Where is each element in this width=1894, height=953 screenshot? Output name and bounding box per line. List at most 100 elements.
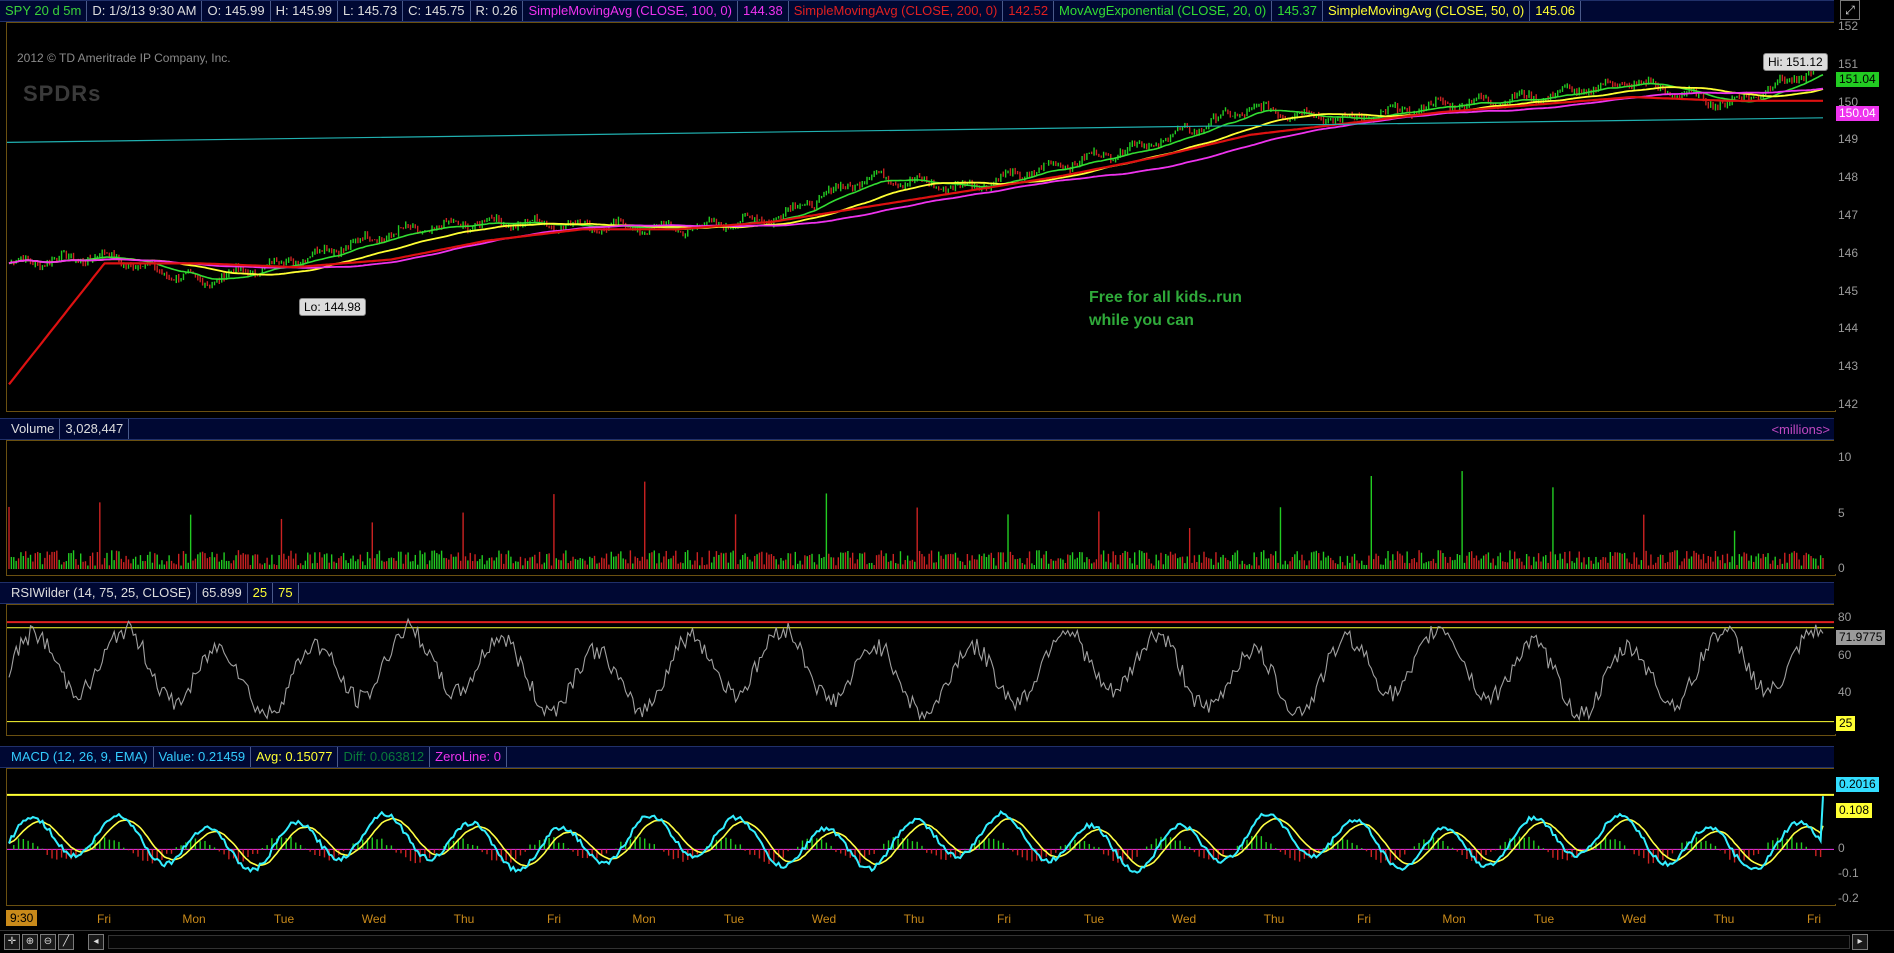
volume-chart[interactable]	[7, 441, 1835, 575]
rsi-last-tag: 71.9775	[1836, 630, 1886, 645]
rsi-title[interactable]: RSIWilder (14, 75, 25, CLOSE)	[6, 583, 197, 603]
open-label: O: 145.99	[202, 1, 271, 21]
time-axis-label: Wed	[1171, 912, 1197, 926]
macd-tick: 0	[1838, 841, 1845, 856]
volume-header-bar: Volume 3,028,447 <millions>	[0, 418, 1834, 440]
rsi-header-bar: RSIWilder (14, 75, 25, CLOSE) 65.899 25 …	[0, 582, 1834, 604]
time-axis-label: Wed	[1621, 912, 1647, 926]
scroll-left-icon[interactable]: ◂	[88, 934, 104, 950]
price-tick: 145	[1838, 283, 1859, 298]
zoom-out-icon[interactable]: ⊖	[40, 934, 56, 950]
time-axis-label: Thu	[1713, 912, 1735, 926]
time-axis-label: Fri	[1357, 912, 1371, 926]
rsi-value: 65.899	[197, 583, 248, 603]
macd-axis: -0.2 -0.1 0 0.2016 0.108	[1834, 768, 1894, 905]
sma200-line	[8, 95, 1823, 385]
time-axis-label: Mon	[182, 912, 206, 926]
macd-value-line	[8, 796, 1824, 874]
rsi-oversold: 25	[248, 583, 274, 603]
volume-panel[interactable]	[6, 440, 1836, 576]
high-label: H: 145.99	[271, 1, 338, 21]
time-scrollbar[interactable]	[108, 935, 1850, 949]
expand-icon[interactable]: ⤢	[1840, 0, 1860, 20]
lo-label: Lo: 144.98	[299, 298, 366, 316]
price-axis: 142 143 144 145 146 147 148 149 150 151 152 151.04…	[1834, 19, 1894, 411]
time-axis-label: Thu	[1263, 912, 1285, 926]
price-header-bar: SPY 20 d 5m D: 1/3/13 9:30 AM O: 145.99 …	[0, 0, 1834, 22]
price-tick: 146	[1838, 245, 1859, 260]
drawing-icon[interactable]: ╱	[58, 934, 74, 950]
rsi-tick: 60	[1838, 647, 1852, 662]
hi-label: Hi: 151.12	[1763, 53, 1828, 71]
time-axis-label: Mon	[632, 912, 656, 926]
time-axis-label: Mon	[1442, 912, 1466, 926]
price-tick: 151	[1838, 56, 1859, 71]
time-axis-label: Wed	[811, 912, 837, 926]
macd-value-tag: 0.2016	[1836, 777, 1879, 792]
macd-panel[interactable]	[6, 768, 1836, 906]
price-tick: 152	[1838, 19, 1859, 33]
rsi-line	[8, 617, 1824, 722]
time-axis-label: Fri	[97, 912, 111, 926]
volume-units: <millions>	[1771, 421, 1830, 437]
volume-axis: 0 5 10	[1834, 440, 1894, 575]
ema20-value: 145.37	[1272, 1, 1323, 21]
rsi-panel[interactable]	[6, 604, 1836, 736]
time-axis-label: Tue	[1083, 912, 1105, 926]
time-axis: Fri Mon Tue Wed Thu Fri Mon Tue Wed Thu Fri Tue Wed T…	[6, 906, 1834, 928]
sma-price-tag: 150.04	[1836, 106, 1879, 121]
macd-value: Value: 0.21459	[154, 747, 252, 767]
macd-title[interactable]: MACD (12, 26, 9, EMA)	[6, 747, 154, 767]
price-tick: 149	[1838, 132, 1859, 147]
zoom-in-icon[interactable]: ⊕	[22, 934, 38, 950]
annotation-line-2: while you can	[1089, 312, 1194, 329]
close-label: C: 145.75	[403, 1, 471, 21]
rsi-overbought: 75	[273, 583, 299, 603]
time-axis-label: Wed	[361, 912, 387, 926]
time-axis-label: Tue	[723, 912, 745, 926]
low-label: L: 145.73	[338, 1, 404, 21]
time-axis-label: Tue	[1533, 912, 1555, 926]
symbol-label[interactable]: SPY 20 d 5m	[0, 1, 88, 21]
macd-chart[interactable]	[7, 769, 1835, 905]
trendline	[7, 117, 1824, 143]
rsi-chart[interactable]	[7, 605, 1835, 735]
price-tick: 142	[1838, 397, 1859, 411]
annotation-line-1: Free for all kids..run	[1089, 289, 1242, 306]
volume-title[interactable]: Volume	[6, 419, 61, 439]
price-chart[interactable]	[7, 23, 1835, 411]
macd-diff: Diff: 0.063812	[338, 747, 431, 767]
price-tick: 143	[1838, 359, 1859, 374]
range-label: R: 0.26	[471, 1, 524, 21]
price-tick: 148	[1838, 170, 1859, 185]
macd-avg-tag: 0.108	[1836, 803, 1873, 818]
last-price-tag: 151.04	[1836, 72, 1879, 87]
chart-toolbar: ✛ ⊕ ⊖ ╱ ◂ ▸	[0, 930, 1894, 953]
sma200-label[interactable]: SimpleMovingAvg (CLOSE, 200, 0)	[789, 1, 1004, 21]
chart-annotation: Free for all kids..run while you can	[1089, 286, 1289, 332]
sma100-label[interactable]: SimpleMovingAvg (CLOSE, 100, 0)	[523, 1, 738, 21]
macd-header-bar: MACD (12, 26, 9, EMA) Value: 0.21459 Avg…	[0, 746, 1834, 768]
sma50-line	[8, 86, 1824, 276]
volume-tick: 10	[1838, 450, 1852, 465]
crosshair-icon[interactable]: ✛	[4, 934, 20, 950]
rsi-tick: 80	[1838, 610, 1852, 625]
time-axis-label: Thu	[903, 912, 925, 926]
price-panel[interactable]: 2012 © TD Ameritrade IP Company, Inc. SP…	[6, 22, 1836, 412]
sma50-value: 145.06	[1530, 1, 1582, 21]
time-axis-label: Thu	[453, 912, 475, 926]
macd-avg: Avg: 0.15077	[251, 747, 339, 767]
scroll-right-icon[interactable]: ▸	[1852, 934, 1868, 950]
volume-tick: 5	[1838, 505, 1845, 520]
macd-tick: -0.2	[1838, 891, 1859, 905]
time-cursor-tag: 9:30	[6, 910, 38, 926]
time-axis-label: Fri	[547, 912, 561, 926]
time-axis-label: Tue	[273, 912, 295, 926]
rsi-tick: 40	[1838, 685, 1852, 700]
sma50-label[interactable]: SimpleMovingAvg (CLOSE, 50, 0)	[1323, 1, 1531, 21]
time-axis-label: Fri	[1807, 912, 1821, 926]
sma200-value: 142.52	[1003, 1, 1055, 21]
sma100-value: 144.38	[738, 1, 789, 21]
macd-tick: -0.1	[1838, 866, 1859, 881]
ema20-label[interactable]: MovAvgExponential (CLOSE, 20, 0)	[1054, 1, 1273, 21]
